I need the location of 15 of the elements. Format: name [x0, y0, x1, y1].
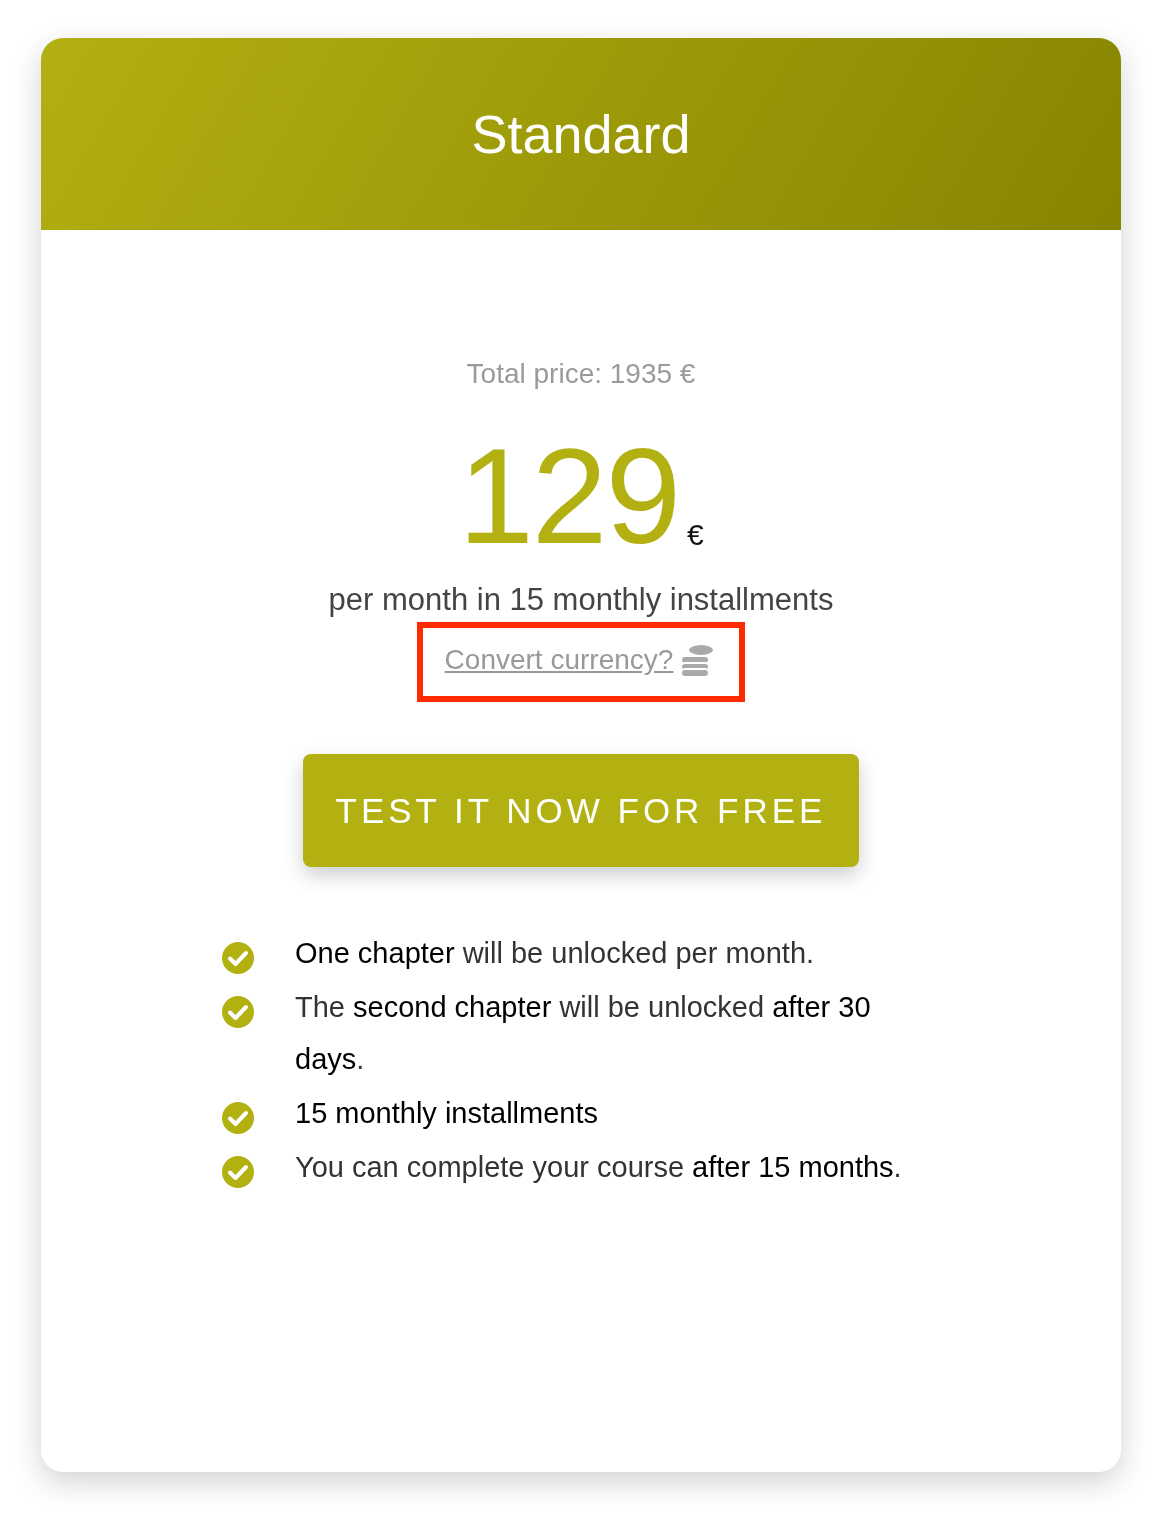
price-amount: 129 [458, 428, 680, 564]
test-free-button[interactable]: TEST IT NOW FOR FREE [303, 754, 859, 867]
convert-currency-link[interactable]: Convert currency? [444, 642, 718, 678]
plan-title: Standard [471, 103, 691, 165]
feature-text: You can complete your course after 15 months. [295, 1150, 903, 1185]
price-period: per month in 15 monthly installments [328, 582, 834, 618]
currency-symbol: € [687, 520, 704, 550]
check-icon [221, 1155, 255, 1189]
check-icon [221, 1101, 255, 1135]
check-icon [221, 941, 255, 975]
check-icon [221, 995, 255, 1029]
feature-text: The second chapter will be unlocked after 30 days. [295, 990, 872, 1077]
total-price: Total price: 1935 € [466, 358, 696, 390]
feature-text: 15 monthly installments [295, 1096, 600, 1131]
feature-text: One chapter will be unlocked per month. [295, 936, 816, 971]
